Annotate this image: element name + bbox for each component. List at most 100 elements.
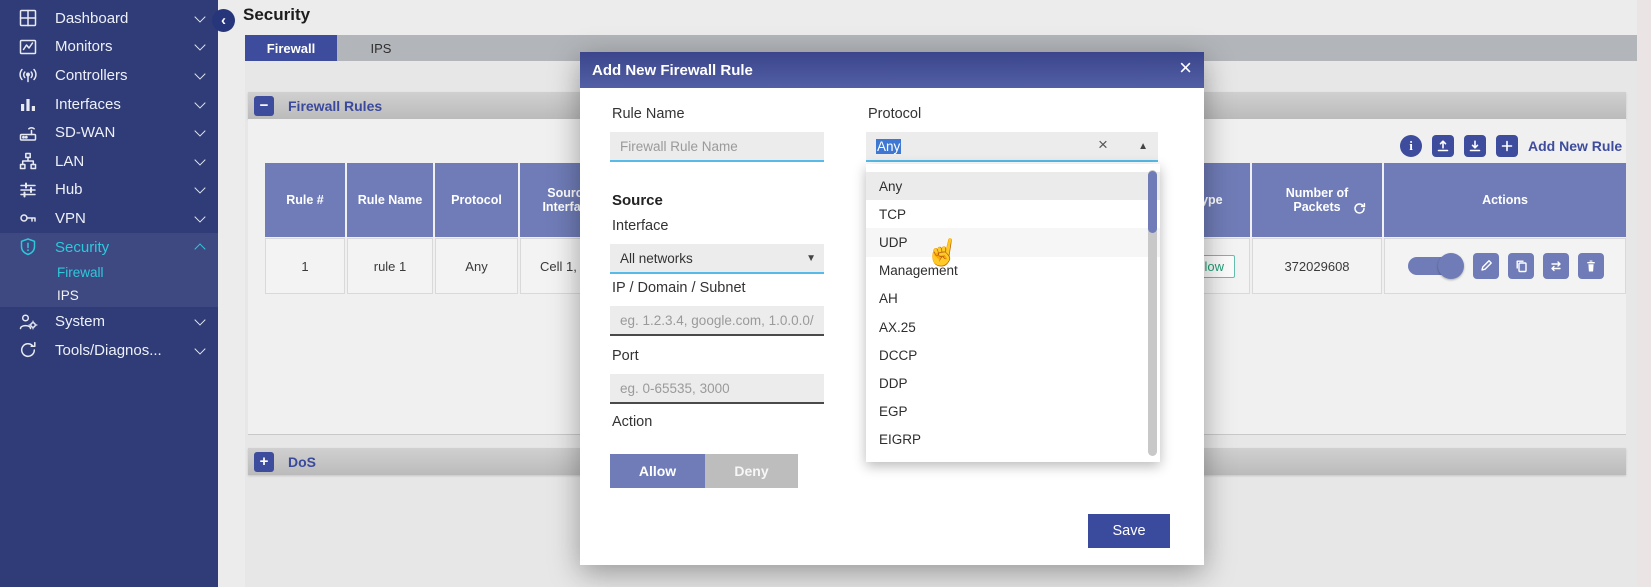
add-new-rule-button[interactable]: Add New Rule [1528,138,1622,154]
column-rule-name[interactable]: Rule Name [347,163,433,237]
column-label: Number of Packets [1275,186,1359,214]
expand-section-icon[interactable]: + [254,452,274,472]
sidebar-item-monitors[interactable]: Monitors [0,33,218,62]
hub-icon [18,180,38,200]
edit-icon[interactable] [1473,253,1499,279]
dropdown-option[interactable]: AH [866,285,1160,313]
column-number-of-packets[interactable]: Number of Packets [1252,163,1382,237]
section-title: DoS [288,454,316,470]
interfaces-icon [18,94,38,114]
chevron-down-icon [194,183,205,194]
interface-select[interactable]: All networks ▼ [610,244,824,274]
sidebar-subitem-label: IPS [57,288,79,303]
sidebar-item-firewall[interactable]: Firewall [0,261,218,284]
sidebar-item-label: VPN [55,210,196,227]
collapse-section-icon[interactable]: − [254,96,274,116]
system-icon [18,312,38,332]
sdwan-icon [18,123,38,143]
column-actions[interactable]: Actions [1384,163,1626,237]
rule-name-input[interactable] [610,132,824,162]
interface-selected-value: All networks [620,251,693,266]
tab-firewall[interactable]: Firewall [245,35,337,61]
sidebar-item-controllers[interactable]: Controllers [0,61,218,90]
ip-domain-subnet-label: IP / Domain / Subnet [612,280,746,296]
section-title: Firewall Rules [288,98,382,114]
dashboard-icon [18,8,38,28]
action-label: Action [612,414,652,430]
dropdown-option[interactable]: EIGRP [866,426,1160,454]
scrollbar-thumb[interactable] [1148,171,1157,233]
upload-icon[interactable] [1432,135,1454,157]
protocol-dropdown: Any TCP UDP Management AH AX.25 DCCP DDP… [866,164,1160,462]
dropdown-scrollbar[interactable] [1148,170,1157,456]
clear-icon[interactable]: × [1098,135,1108,155]
sidebar-item-sdwan[interactable]: SD-WAN [0,118,218,147]
port-input[interactable] [610,374,824,404]
cell-protocol: Any [435,238,518,294]
dropdown-option[interactable]: EGP [866,398,1160,426]
sidebar-subitem-label: Firewall [57,265,104,280]
dropdown-option[interactable]: DDP [866,369,1160,397]
delete-icon[interactable] [1578,253,1604,279]
info-icon[interactable]: i [1400,135,1422,157]
sidebar-item-tools-diagnostics[interactable]: Tools/Diagnos... [0,336,218,365]
protocol-combobox[interactable]: Any × ▲ [866,132,1158,162]
sidebar-item-ips[interactable]: IPS [0,284,218,307]
close-icon[interactable]: × [1179,55,1192,81]
diagnostics-refresh-icon [18,340,38,360]
source-heading: Source [612,192,663,209]
sidebar-item-hub[interactable]: Hub [0,176,218,205]
column-protocol[interactable]: Protocol [435,163,518,237]
move-swap-icon[interactable] [1543,253,1569,279]
sidebar-item-label: LAN [55,153,196,170]
table-toolbar: i Add New Rule [1400,135,1622,157]
port-label: Port [612,348,639,364]
monitors-icon [18,37,38,57]
column-rule-number[interactable]: Rule # [265,163,345,237]
cell-packets: 372029608 [1252,238,1382,294]
sidebar-item-label: Tools/Diagnos... [55,342,196,359]
sidebar-item-interfaces[interactable]: Interfaces [0,90,218,119]
chevron-down-icon [194,68,205,79]
sidebar-item-vpn[interactable]: VPN [0,204,218,233]
dropdown-option[interactable]: AX.25 [866,313,1160,341]
allow-button[interactable]: Allow [610,454,705,488]
protocol-label: Protocol [868,106,921,122]
sidebar-item-label: Hub [55,181,196,198]
rule-name-label: Rule Name [612,106,685,122]
chevron-down-icon [194,314,205,325]
caret-up-icon[interactable]: ▲ [1138,141,1148,152]
dropdown-option[interactable]: Management [866,257,1160,285]
refresh-icon[interactable] [1353,202,1366,215]
ip-domain-subnet-input[interactable] [610,306,824,336]
dropdown-option[interactable]: DCCP [866,341,1160,369]
rule-enabled-toggle[interactable] [1406,253,1464,279]
cell-actions [1384,238,1626,294]
save-button[interactable]: Save [1088,514,1170,548]
sidebar-item-lan[interactable]: LAN [0,147,218,176]
chevron-down-icon [194,154,205,165]
sidebar-item-label: SD-WAN [55,124,196,141]
sidebar-item-security[interactable]: Security [0,233,218,262]
column-label: Rule Name [348,193,432,207]
sidebar-item-label: Monitors [55,38,196,55]
caret-down-icon: ▼ [806,253,816,264]
download-icon[interactable] [1464,135,1486,157]
chevron-down-icon [194,126,205,137]
modal-title: Add New Firewall Rule [592,62,753,79]
sidebar-item-label: Controllers [55,67,196,84]
dropdown-option[interactable]: Any [866,172,1160,200]
collapse-sidebar-button[interactable]: ‹ [212,9,235,32]
copy-icon[interactable] [1508,253,1534,279]
sidebar-item-dashboard[interactable]: Dashboard [0,4,218,33]
lan-icon [18,151,38,171]
tab-ips[interactable]: IPS [337,35,425,61]
deny-button[interactable]: Deny [705,454,798,488]
dropdown-option[interactable]: TCP [866,200,1160,228]
cell-rule-name: rule 1 [347,238,433,294]
dropdown-option[interactable]: UDP [866,228,1160,256]
plus-icon[interactable] [1496,135,1518,157]
chevron-down-icon [194,97,205,108]
shield-icon [18,237,38,257]
sidebar-item-system[interactable]: System [0,307,218,336]
